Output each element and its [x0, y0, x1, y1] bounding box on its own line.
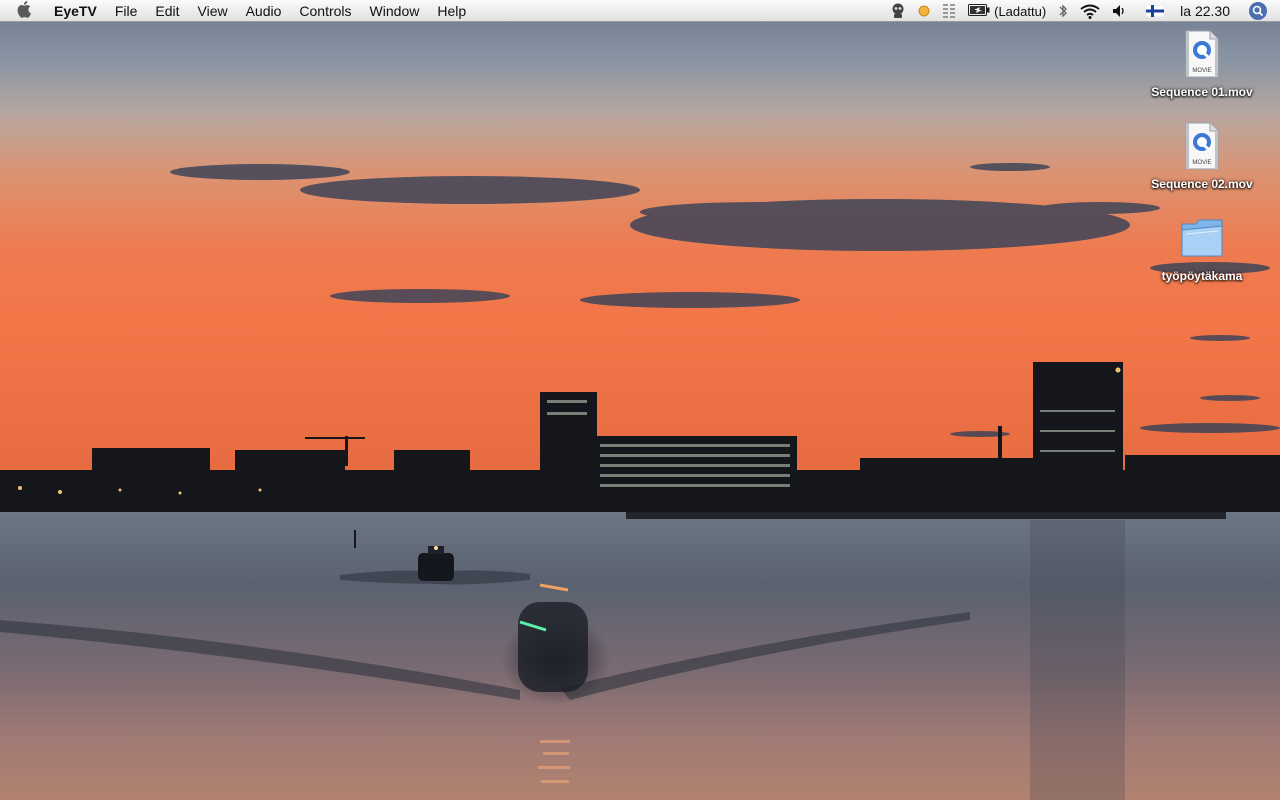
record-indicator-icon[interactable]	[918, 0, 930, 22]
desktop-icon-folder[interactable]: työpöytäkama	[1142, 214, 1262, 283]
menu-view[interactable]: View	[189, 0, 237, 22]
svg-text:MOVIE: MOVIE	[1192, 68, 1211, 74]
apple-menu[interactable]	[14, 0, 36, 22]
menu-file[interactable]: File	[106, 0, 147, 22]
volume-icon[interactable]	[1112, 0, 1128, 22]
battery-status[interactable]: (Ladattu)	[968, 0, 1046, 22]
finnish-flag-icon[interactable]	[1146, 0, 1165, 22]
wifi-icon[interactable]	[1080, 0, 1100, 22]
battery-icon	[968, 3, 990, 19]
menu-bar: EyeTV File Edit View Audio Controls Wind…	[0, 0, 1280, 22]
svg-text:MOVIE: MOVIE	[1192, 160, 1211, 166]
spotlight-search-icon[interactable]	[1248, 0, 1268, 22]
menubar-clock[interactable]: la 22.30	[1180, 0, 1230, 22]
grip-icon[interactable]	[942, 0, 956, 22]
folder-icon	[1178, 214, 1226, 267]
menu-controls[interactable]: Controls	[290, 0, 360, 22]
desktop-icon-label: Sequence 01.mov	[1151, 85, 1253, 99]
desktop-icon-sequence-02[interactable]: MOVIE Sequence 02.mov	[1142, 122, 1262, 191]
quicktime-movie-icon: MOVIE	[1182, 30, 1222, 83]
battery-status-text: (Ladattu)	[994, 3, 1047, 19]
menu-audio[interactable]: Audio	[237, 0, 291, 22]
menu-app-name[interactable]: EyeTV	[46, 0, 106, 22]
desktop[interactable]: EyeTV File Edit View Audio Controls Wind…	[0, 0, 1280, 800]
desktop-icon-label: Sequence 02.mov	[1151, 177, 1253, 191]
quicktime-movie-icon: MOVIE	[1182, 122, 1222, 175]
menu-help[interactable]: Help	[428, 0, 475, 22]
eyetv-robot-icon[interactable]	[890, 0, 906, 22]
menu-edit[interactable]: Edit	[146, 0, 188, 22]
desktop-icon-sequence-01[interactable]: MOVIE Sequence 01.mov	[1142, 30, 1262, 99]
desktop-icon-label: työpöytäkama	[1161, 269, 1243, 283]
desktop-wallpaper	[0, 0, 1280, 800]
apple-icon	[17, 0, 33, 21]
bluetooth-icon[interactable]	[1058, 0, 1068, 22]
menu-window[interactable]: Window	[361, 0, 429, 22]
